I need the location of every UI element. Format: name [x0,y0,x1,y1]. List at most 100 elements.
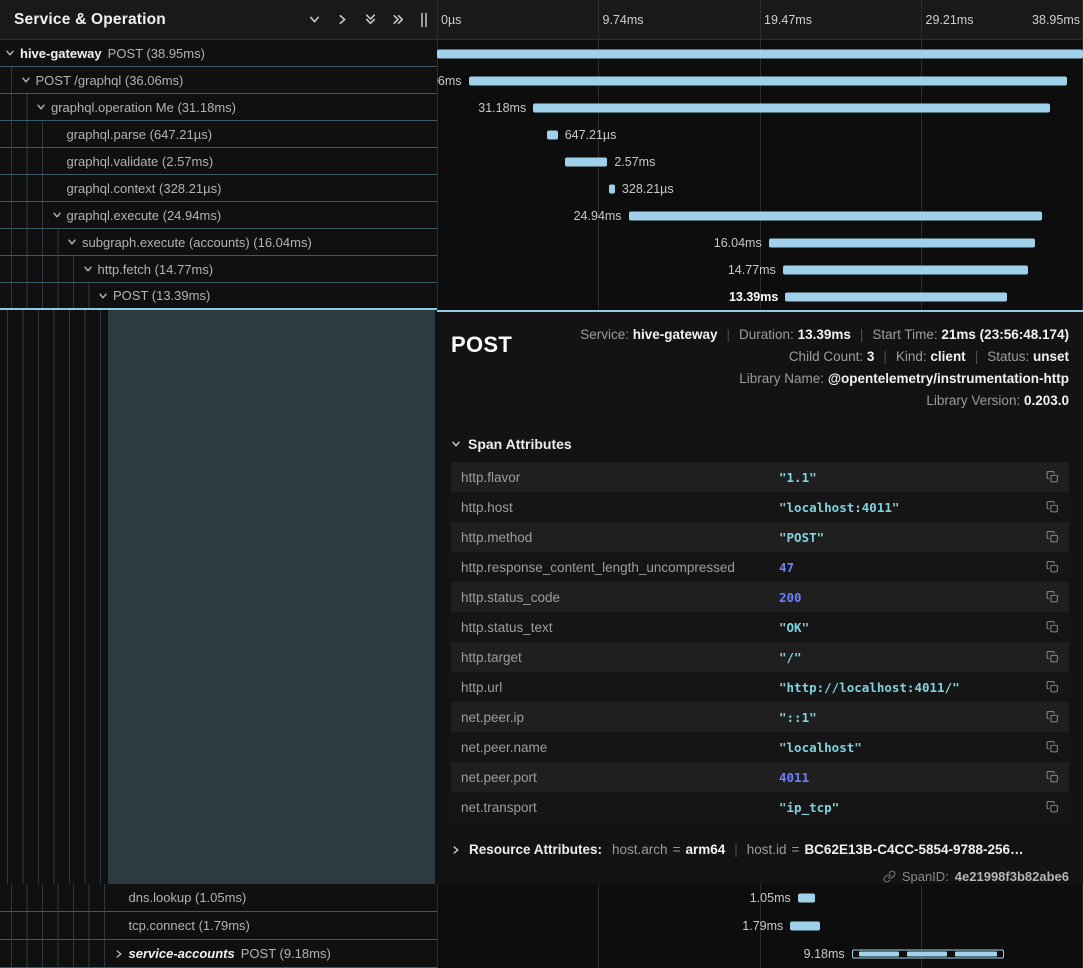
timeline-bar-row[interactable]: 2.57ms [437,148,1083,175]
timeline-bar-row[interactable]: 9.18ms [437,940,1083,968]
span-bar[interactable] [533,103,1050,112]
span-bar[interactable] [565,157,608,166]
span-bar[interactable] [790,922,820,931]
copy-icon[interactable] [1046,470,1059,484]
timeline-bar-row[interactable]: 1.79ms [437,912,1083,940]
double-chevron-right-icon[interactable] [392,13,405,26]
copy-icon[interactable] [1046,620,1059,634]
span-tree-row[interactable]: graphql.operation Me (31.18ms) [0,94,437,121]
duration-label: 31.18ms [478,94,533,121]
chevron-icon[interactable] [67,237,77,247]
service-name: hive-gateway [20,46,102,61]
attribute-row: net.peer.name "localhost" [451,732,1069,762]
span-tree-row[interactable]: service-accounts POST (9.18ms) [0,940,437,968]
attribute-value: "localhost" [779,740,1046,755]
resource-attributes-title: Resource Attributes: [469,842,602,857]
chevron-icon[interactable] [98,291,108,301]
chevron-icon[interactable] [5,48,15,58]
span-bar[interactable] [609,184,614,193]
span-meta: Service: hive-gateway|Duration: 13.39ms|… [580,324,1069,412]
timeline-bar-row[interactable]: 24.94ms [437,202,1083,229]
ruler-tick: 19.47ms [764,0,812,39]
chevron-down-icon [451,439,461,449]
copy-icon[interactable] [1046,530,1059,544]
panel-resize-handle[interactable] [421,13,427,27]
chevron-down-icon[interactable] [308,13,321,26]
span-meta-line: Service: hive-gateway|Duration: 13.39ms|… [580,324,1069,346]
attribute-row: net.peer.ip "::1" [451,702,1069,732]
chevron-icon[interactable] [21,75,31,85]
span-tree-row[interactable]: graphql.validate (2.57ms) [0,148,437,175]
attribute-key: http.status_code [461,590,779,605]
duration-label: 2.57ms [614,148,655,175]
chevron-icon[interactable] [114,949,124,959]
timeline-bar-row[interactable]: 36.06ms [437,67,1083,94]
copy-icon[interactable] [1046,740,1059,754]
span-meta-line: Library Name: @opentelemetry/instrumenta… [580,368,1069,390]
link-icon[interactable] [883,870,896,883]
tree-header: Service & Operation [0,0,437,40]
resource-attributes-summary: host.arch=arm64|host.id=BC62E13B-C4CC-58… [612,842,1024,857]
span-tree-row[interactable]: subgraph.execute (accounts) (16.04ms) [0,229,437,256]
timeline-bar-row[interactable]: 328.21µs [437,175,1083,202]
span-bar[interactable] [547,130,558,139]
copy-icon[interactable] [1046,800,1059,814]
attribute-key: net.peer.ip [461,710,779,725]
copy-icon[interactable] [1046,590,1059,604]
span-bar[interactable] [629,211,1043,220]
timeline-bars-top: 36.06ms 31.18ms 647.21µs 2.57ms 328.21µs… [437,40,1083,310]
span-tree-row[interactable]: POST /graphql (36.06ms) [0,67,437,94]
span-detail-panel: POST Service: hive-gateway|Duration: 13.… [437,310,1083,884]
timeline-bar-row[interactable]: 14.77ms [437,256,1083,283]
duration-label: 647.21µs [565,121,617,148]
chevron-icon[interactable] [52,210,62,220]
span-bar[interactable] [852,950,1004,959]
attribute-value: "/" [779,650,1046,665]
span-tree-row[interactable]: tcp.connect (1.79ms) [0,912,437,940]
span-attributes-title: Span Attributes [468,436,572,452]
span-bar[interactable] [437,49,1083,58]
span-bar[interactable] [469,76,1067,85]
span-tree-row[interactable]: POST (13.39ms) [0,283,437,310]
indent-guides [4,94,35,120]
timeline-bar-row[interactable]: 647.21µs [437,121,1083,148]
timeline-panel: 0µs 9.74ms 19.47ms 29.21ms 38.95ms 36.06… [437,0,1083,968]
span-attributes-toggle[interactable]: Span Attributes [451,436,1069,452]
timeline-bar-row[interactable]: 31.18ms [437,94,1083,121]
operation-label: graphql.validate (2.57ms) [67,154,214,169]
span-tree-row[interactable]: dns.lookup (1.05ms) [0,884,437,912]
resource-attributes-toggle[interactable]: Resource Attributes: host.arch=arm64|hos… [451,842,1069,857]
duration-label: 16.04ms [714,229,769,256]
chevron-right-icon[interactable] [336,13,349,26]
attribute-value: 47 [779,560,1046,575]
span-bar[interactable] [783,265,1028,274]
span-bar[interactable] [798,894,815,903]
copy-icon[interactable] [1046,560,1059,574]
timeline-bar-row[interactable] [437,40,1083,67]
span-tree-row[interactable]: graphql.context (328.21µs) [0,175,437,202]
span-tree-row[interactable]: hive-gateway POST (38.95ms) [0,40,437,67]
copy-icon[interactable] [1046,680,1059,694]
span-tree-row[interactable]: http.fetch (14.77ms) [0,256,437,283]
copy-icon[interactable] [1046,770,1059,784]
double-chevron-down-icon[interactable] [364,13,377,26]
span-tree-row[interactable]: graphql.parse (647.21µs) [0,121,437,148]
chevron-icon[interactable] [83,264,93,274]
indent-guides [4,912,113,939]
attribute-row: net.transport "ip_tcp" [451,792,1069,822]
span-bar[interactable] [785,292,1007,301]
timeline-bar-row[interactable]: 16.04ms [437,229,1083,256]
span-tree-row[interactable]: graphql.execute (24.94ms) [0,202,437,229]
timeline-bar-row[interactable]: 1.05ms [437,884,1083,912]
timeline-bar-row[interactable]: 13.39ms [437,283,1083,310]
operation-label: POST (38.95ms) [108,46,205,61]
ruler-tick: 38.95ms [1032,0,1080,39]
copy-icon[interactable] [1046,710,1059,724]
chevron-icon[interactable] [36,102,46,112]
span-bar[interactable] [769,238,1035,247]
attribute-key: http.host [461,500,779,515]
attribute-key: http.flavor [461,470,779,485]
copy-icon[interactable] [1046,650,1059,664]
attribute-row: http.target "/" [451,642,1069,672]
copy-icon[interactable] [1046,500,1059,514]
